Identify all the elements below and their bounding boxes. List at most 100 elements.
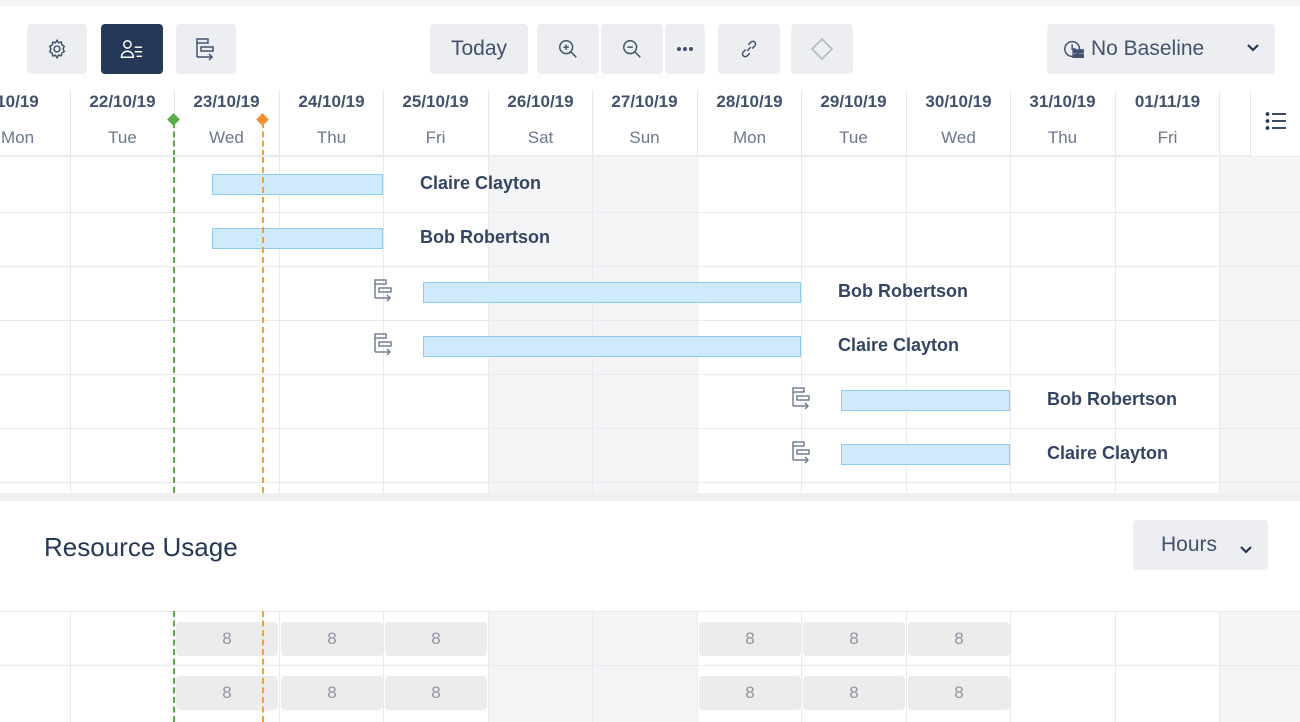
split-task-icon[interactable] xyxy=(791,386,813,415)
task-assignee-label: Bob Robertson xyxy=(420,227,550,247)
date-label: 27/10/19 xyxy=(611,92,678,111)
resource-usage-grid: 888888888888 xyxy=(0,611,1300,722)
task-bar[interactable] xyxy=(841,444,1010,465)
usage-hours-cell: 8 xyxy=(908,622,1010,656)
usage-hours-cell: 8 xyxy=(281,676,383,710)
date-label: 10/19 xyxy=(0,92,39,111)
date-label: 29/10/19 xyxy=(820,92,887,111)
person-list-icon xyxy=(120,38,144,60)
usage-hours-cell: 8 xyxy=(908,676,1010,710)
today-label: Today xyxy=(450,37,508,60)
usage-hours-cell: 8 xyxy=(803,622,905,656)
ellipsis-icon xyxy=(676,46,694,52)
weekday-label: Tue xyxy=(839,128,868,147)
toolbar: Today No Baseline xyxy=(0,6,1300,90)
gear-icon xyxy=(46,38,68,60)
task-bar[interactable] xyxy=(423,282,801,303)
settings-button[interactable] xyxy=(27,24,87,74)
split-task-icon[interactable] xyxy=(373,278,395,307)
date-label: 28/10/19 xyxy=(716,92,783,111)
task-bar[interactable] xyxy=(841,390,1010,411)
date-label: 25/10/19 xyxy=(402,92,469,111)
baseline-icon xyxy=(1063,38,1085,60)
milestone-button[interactable] xyxy=(791,24,853,74)
usage-hours-cell: 8 xyxy=(803,676,905,710)
task-assignee-label: Claire Clayton xyxy=(838,335,960,355)
date-label: 26/10/19 xyxy=(507,92,574,111)
task-bar[interactable] xyxy=(212,228,383,249)
resource-usage-title: Resource Usage xyxy=(44,532,238,562)
task-assignee-label: Bob Robertson xyxy=(838,281,968,301)
unit-label: Hours xyxy=(1161,533,1218,556)
weekday-label: Sun xyxy=(629,128,660,147)
usage-hours-cell: 8 xyxy=(281,622,383,656)
weekday-label: Tue xyxy=(108,128,137,147)
date-label: 01/11/19 xyxy=(1134,92,1201,111)
date-label: 23/10/19 xyxy=(193,92,260,111)
split-task-icon[interactable] xyxy=(791,440,813,469)
date-column-header: 31/10/19 Thu xyxy=(1010,90,1114,156)
weekday-label: Mon xyxy=(732,128,767,147)
date-column-header: 25/10/19 Fri xyxy=(383,90,487,156)
weekday-label: Wed xyxy=(941,128,976,147)
resource-view-button[interactable] xyxy=(101,24,163,74)
date-column-header: 28/10/19 Mon xyxy=(697,90,801,156)
link-button[interactable] xyxy=(718,24,780,74)
usage-hours-cell: 8 xyxy=(699,676,801,710)
date-column-header: 29/10/19 Tue xyxy=(801,90,905,156)
date-column-header: 26/10/19 Sat xyxy=(488,90,592,156)
split-task-icon xyxy=(195,37,217,61)
weekday-label: Mon xyxy=(0,128,35,147)
today-button[interactable]: Today xyxy=(430,24,528,74)
date-column-header: 02 xyxy=(1219,90,1250,156)
date-label: 22/10/19 xyxy=(89,92,156,111)
timeline-header: 10/19 Mon 22/10/19 Tue 23/10/19 Wed 24/10/19 Th… xyxy=(0,90,1250,156)
today-marker-line xyxy=(173,611,175,722)
today-marker-line xyxy=(173,157,175,493)
task-bar[interactable] xyxy=(423,336,801,357)
date-label: 30/10/19 xyxy=(925,92,992,111)
task-assignee-label: Claire Clayton xyxy=(1047,443,1169,463)
gantt-chart-area: Claire Clayton Bob Robertson Bob Robertson… xyxy=(0,157,1300,493)
baseline-dropdown[interactable]: No Baseline xyxy=(1047,24,1275,74)
date-column-header: 24/10/19 Thu xyxy=(279,90,383,156)
date-column-header: 27/10/19 Sun xyxy=(592,90,696,156)
more-button[interactable] xyxy=(665,24,705,74)
link-icon xyxy=(738,38,760,60)
zoom-out-button[interactable] xyxy=(601,24,663,74)
today-marker-line xyxy=(173,122,175,156)
unit-dropdown[interactable]: Hours xyxy=(1133,520,1268,570)
date-label: 02 xyxy=(1220,92,1250,112)
date-column-header: 01/11/19 Fri xyxy=(1115,90,1219,156)
date-label: 31/10/19 xyxy=(1029,92,1096,111)
date-column-header: 22/10/19 Tue xyxy=(70,90,174,156)
current-date-marker-line xyxy=(262,122,264,156)
split-task-icon[interactable] xyxy=(373,332,395,361)
diamond-icon xyxy=(810,37,834,61)
usage-hours-cell: 8 xyxy=(385,622,487,656)
weekday-label: Fri xyxy=(425,128,446,147)
zoom-in-button[interactable] xyxy=(537,24,599,74)
task-bar[interactable] xyxy=(212,174,383,195)
task-assignee-label: Bob Robertson xyxy=(1047,389,1177,409)
baseline-label: No Baseline xyxy=(1091,37,1205,60)
current-date-marker-line xyxy=(262,157,264,493)
zoom-out-icon xyxy=(621,38,643,60)
weekday-label: Thu xyxy=(316,128,347,147)
zoom-in-icon xyxy=(557,38,579,60)
task-row xyxy=(0,211,1300,265)
row-divider xyxy=(0,482,1300,483)
chevron-down-icon xyxy=(1247,43,1259,53)
task-assignee-label: Claire Clayton xyxy=(420,173,542,193)
current-date-marker-line xyxy=(262,611,264,722)
column-list-button[interactable] xyxy=(1250,90,1300,156)
weekday-label: Fri xyxy=(1157,128,1178,147)
panel-divider[interactable] xyxy=(0,493,1300,501)
usage-hours-cell: 8 xyxy=(385,676,487,710)
usage-hours-cell: 8 xyxy=(699,622,801,656)
schedule-button[interactable] xyxy=(176,24,236,74)
date-column-header: 10/19 Mon xyxy=(0,90,69,156)
task-row xyxy=(0,157,1300,211)
date-column-header: 30/10/19 Wed xyxy=(906,90,1010,156)
list-icon xyxy=(1265,111,1287,136)
